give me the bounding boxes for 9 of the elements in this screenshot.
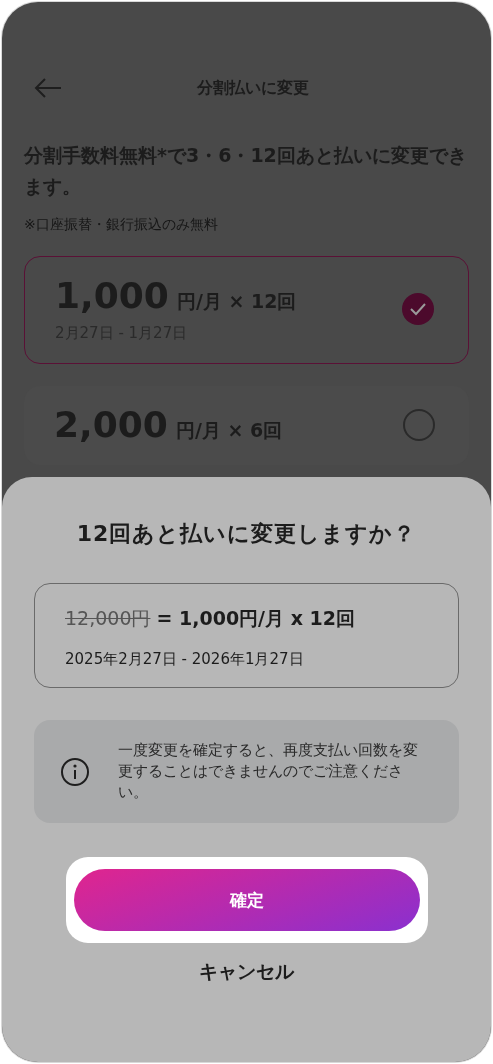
confirm-button[interactable]: 確定 xyxy=(73,869,420,931)
info-icon xyxy=(60,756,90,787)
notice-text: 一度変更を確定すると、再度支払い回数を変更することはできませんのでご注意ください。 xyxy=(118,740,419,803)
installment-text: = 1,000円/月 x 12回 xyxy=(156,606,355,631)
original-price: 12,000円 xyxy=(65,606,151,631)
dialog-title: 12回あと払いに変更しますか？ xyxy=(76,520,417,548)
period-text: 2025年2月27日 - 2026年1月27日 xyxy=(65,650,305,669)
cancel-button[interactable]: キャンセル xyxy=(195,955,298,989)
back-arrow-icon[interactable] xyxy=(34,78,62,98)
